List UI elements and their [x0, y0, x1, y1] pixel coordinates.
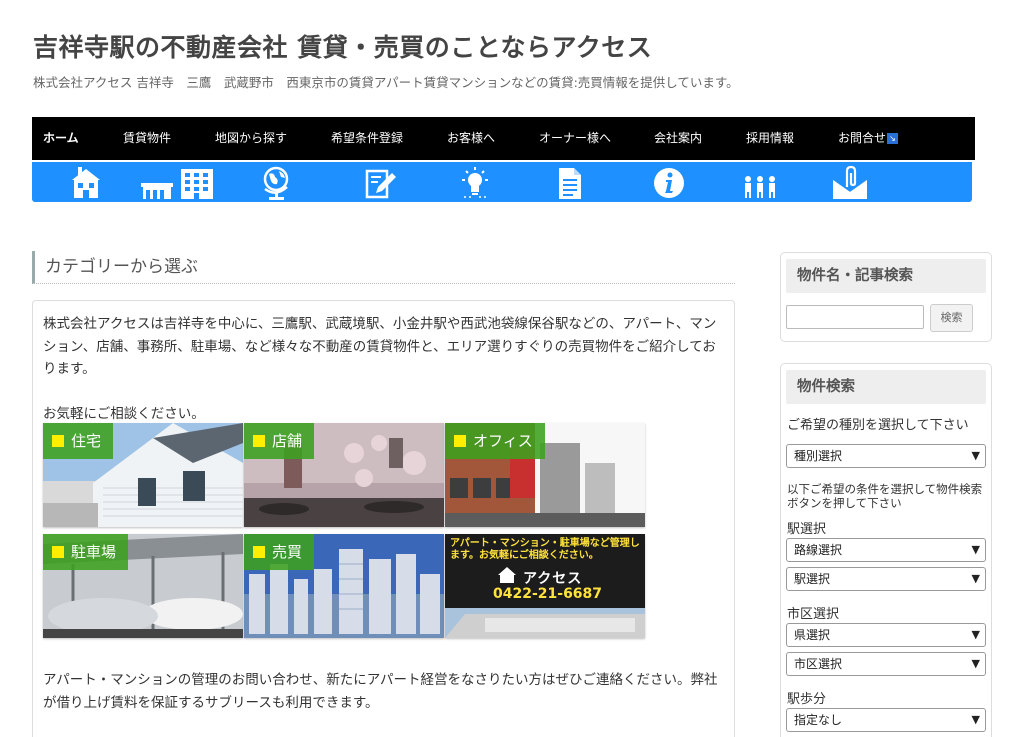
bullet-square-icon	[253, 435, 265, 447]
condition-prompt: 以下ご希望の条件を選択して物件検索ボタンを押して下さい	[787, 482, 983, 510]
category-heading: カテゴリーから選ぶ	[32, 251, 735, 284]
lightbulb-icon[interactable]	[457, 165, 493, 201]
widget-title: 物件検索	[786, 370, 986, 404]
type-prompt: ご希望の種別を選択して下さい	[787, 418, 969, 433]
prefecture-select[interactable]: 県選択 ▼	[786, 623, 986, 647]
chevron-down-icon: ▼	[971, 543, 980, 556]
tile-label: 駐車場	[43, 534, 129, 570]
nav-map[interactable]: 地図から探す	[215, 117, 287, 160]
house-icon[interactable]	[68, 165, 104, 201]
property-search-widget: 物件検索 ご希望の種別を選択して下さい 種別選択 ▼ 以下ご希望の条件を選択して物…	[780, 363, 992, 737]
info-icon[interactable]	[651, 165, 687, 201]
bullet-square-icon	[454, 435, 466, 447]
nav-wish-register[interactable]: 希望条件登録	[331, 117, 403, 160]
site-title[interactable]: 吉祥寺駅の不動産会社 賃貸・売買のことならアクセス	[33, 28, 652, 64]
nav-owners[interactable]: オーナー様へ	[539, 117, 611, 160]
edit-icon[interactable]	[362, 165, 398, 201]
nav-company[interactable]: 会社案内	[654, 117, 702, 160]
chevron-down-icon: ▼	[971, 713, 980, 726]
tile-label: オフィス	[445, 423, 545, 459]
contact-promo-banner[interactable]: アパート・マンション・駐車場など管理します。お気軽にご相談ください。 アクセス …	[445, 534, 645, 638]
main-nav: ホーム 賃貸物件 地図から探す 希望条件登録 お客様へ オーナー様へ 会社案内 …	[32, 117, 975, 160]
category-tile-shop[interactable]: 店舗	[244, 423, 444, 527]
nav-rental[interactable]: 賃貸物件	[123, 117, 171, 160]
chevron-down-icon: ▼	[971, 572, 980, 585]
category-tile-sale[interactable]: 売買	[244, 534, 444, 638]
bullet-square-icon	[52, 435, 64, 447]
walk-minutes-label: 駅歩分	[787, 692, 827, 707]
station-select[interactable]: 駅選択 ▼	[786, 567, 986, 591]
promo-phone: 0422-21-6687	[493, 586, 603, 602]
walk-minutes-select[interactable]: 指定なし ▼	[786, 708, 986, 732]
nav-home[interactable]: ホーム	[43, 117, 79, 160]
chevron-down-icon: ▼	[971, 449, 980, 462]
document-icon[interactable]	[552, 165, 588, 201]
type-select[interactable]: 種別選択 ▼	[786, 444, 986, 468]
widget-title: 物件名・記事検索	[786, 259, 986, 293]
bullet-square-icon	[253, 546, 265, 558]
category-tile-housing[interactable]: 住宅	[43, 423, 243, 527]
globe-icon[interactable]	[259, 165, 295, 201]
nav-recruit[interactable]: 採用情報	[746, 117, 794, 160]
category-tile-office[interactable]: オフィス	[445, 423, 645, 527]
tile-label: 売買	[244, 534, 315, 570]
consult-text: お気軽にご相談ください。	[43, 406, 205, 422]
category-tile-parking[interactable]: 駐車場	[43, 534, 243, 638]
city-label: 市区選択	[787, 607, 840, 622]
nav-contact[interactable]: お問合せ ↘	[838, 117, 899, 160]
tile-label: 住宅	[43, 423, 114, 459]
chevron-down-icon: ▼	[971, 657, 980, 670]
nav-customers[interactable]: お客様へ	[447, 117, 495, 160]
tile-label: 店舗	[244, 423, 315, 459]
site-description: 株式会社アクセス 吉祥寺 三鷹 武蔵野市 西東京市の賃貸アパート賃貸マンションな…	[33, 75, 739, 90]
intro-text: 株式会社アクセスは吉祥寺を中心に、三鷹駅、武蔵境駅、小金井駅や西武池袋線保谷駅な…	[43, 316, 717, 377]
management-text: アパート・マンションの管理のお問い合わせ、新たにアパート経営をなさりたい方はぜひ…	[43, 672, 718, 711]
station-label: 駅選択	[787, 522, 827, 537]
mail-icon[interactable]	[831, 165, 869, 201]
home-icon	[498, 567, 516, 583]
icon-nav-bar	[32, 162, 972, 202]
promo-company-name: アクセス	[523, 571, 583, 587]
main-content-box: 株式会社アクセスは吉祥寺を中心に、三鷹駅、武蔵境駅、小金井駅や西武池袋線保谷駅な…	[32, 300, 735, 737]
chevron-down-icon: ▼	[971, 628, 980, 641]
line-select[interactable]: 路線選択 ▼	[786, 538, 986, 562]
promo-text: アパート・マンション・駐車場など管理します。お気軽にご相談ください。	[450, 538, 640, 561]
external-link-icon: ↘	[887, 133, 899, 144]
keyword-search-input[interactable]	[786, 305, 924, 329]
search-button[interactable]: 検索	[930, 304, 973, 332]
people-icon[interactable]	[742, 165, 778, 201]
building-icon[interactable]	[139, 165, 217, 201]
keyword-search-widget: 物件名・記事検索 検索	[780, 252, 992, 342]
city-select[interactable]: 市区選択 ▼	[786, 652, 986, 676]
bullet-square-icon	[52, 546, 64, 558]
